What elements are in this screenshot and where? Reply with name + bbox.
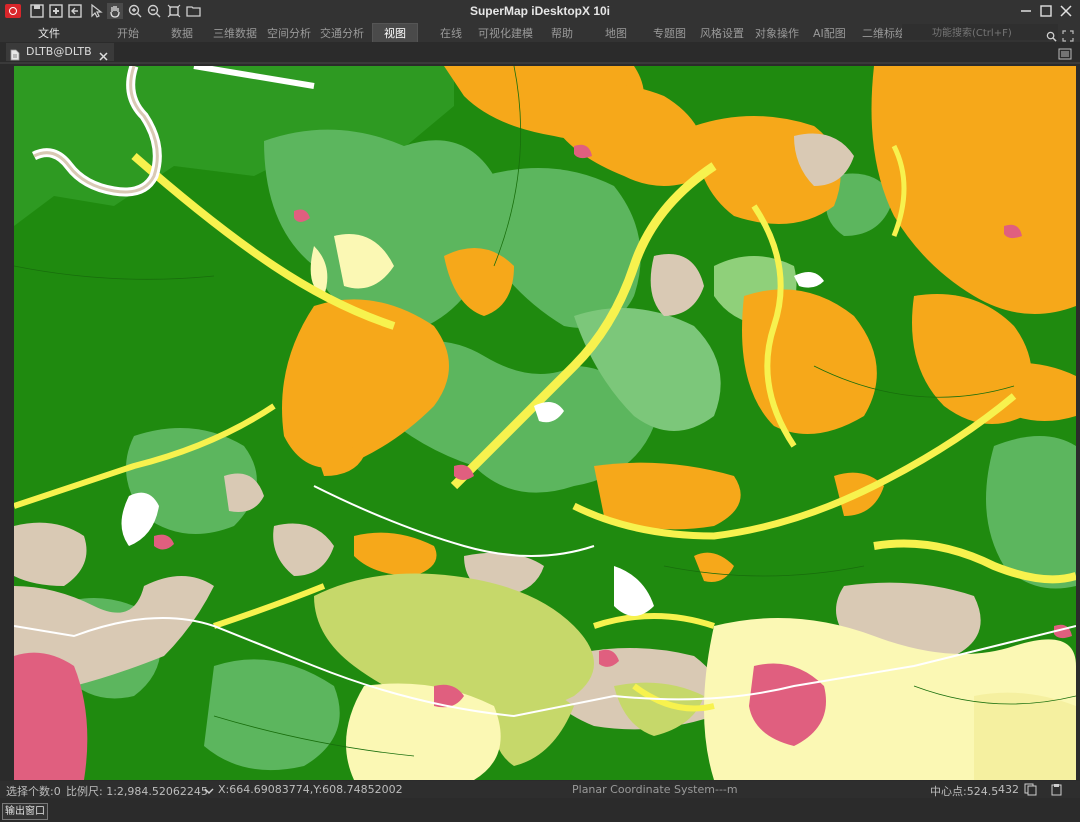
menu-view[interactable]: 视图 xyxy=(372,23,418,43)
menu-online[interactable]: 在线 xyxy=(440,25,462,41)
menu-ai-mapping[interactable]: AI配图 xyxy=(813,25,846,41)
search-icon[interactable] xyxy=(1046,27,1057,42)
menu-3d-data[interactable]: 三维数据 xyxy=(213,25,257,41)
close-icon[interactable] xyxy=(1058,3,1074,19)
document-tab-bar: DLTB@DLTB xyxy=(0,42,1080,64)
paste-icon[interactable] xyxy=(1050,783,1063,796)
bottom-panel-bar: 输出窗口 xyxy=(0,800,1080,822)
menu-thematic-map[interactable]: 专题图 xyxy=(653,25,686,41)
function-search-input[interactable] xyxy=(902,24,1058,40)
menu-object-operations[interactable]: 对象操作 xyxy=(755,25,799,41)
tab-label: DLTB@DLTB xyxy=(26,45,92,58)
menu-traffic-analysis[interactable]: 交通分析 xyxy=(320,25,364,41)
menu-help[interactable]: 帮助 xyxy=(551,25,573,41)
menu-data[interactable]: 数据 xyxy=(171,25,193,41)
center-point-value: 432 xyxy=(998,783,1019,796)
tab-dltb[interactable]: DLTB@DLTB xyxy=(6,43,114,61)
menu-style-settings[interactable]: 风格设置 xyxy=(700,25,744,41)
chevron-down-icon[interactable] xyxy=(204,785,214,794)
window-title: SuperMap iDesktopX 10i xyxy=(469,4,611,18)
maximize-icon[interactable] xyxy=(1038,3,1054,19)
scale-value[interactable]: 比例尺: 1:2,984.52062245 xyxy=(66,783,208,799)
minimize-icon[interactable] xyxy=(1018,3,1034,19)
menu-spatial-analysis[interactable]: 空间分析 xyxy=(267,25,311,41)
coordinate-system[interactable]: Planar Coordinate System---m xyxy=(572,783,738,796)
ribbon-expand-icon[interactable] xyxy=(1062,27,1074,42)
map-document-icon xyxy=(10,46,20,61)
center-point-label: 中心点:524.5 xyxy=(930,785,999,798)
copy-icon[interactable] xyxy=(1024,783,1037,796)
tab-menu-icon[interactable] xyxy=(1058,45,1072,60)
menu-start[interactable]: 开始 xyxy=(117,25,139,41)
title-bar: SuperMap iDesktopX 10i xyxy=(0,0,1080,22)
cursor-coordinates: X:664.69083774,Y:608.74852002 xyxy=(218,783,403,796)
land-use-map[interactable] xyxy=(14,66,1076,780)
status-bar: 选择个数:0 比例尺: 1:2,984.52062245 X:664.69083… xyxy=(0,781,1080,798)
output-window-button[interactable]: 输出窗口 xyxy=(2,803,48,820)
menu-file[interactable]: 文件 xyxy=(38,25,60,41)
menu-2d-plotting[interactable]: 二维标绘 xyxy=(862,25,906,41)
tab-close-icon[interactable] xyxy=(98,47,109,61)
map-canvas[interactable] xyxy=(14,66,1076,780)
menu-map[interactable]: 地图 xyxy=(605,25,627,41)
selected-count: 选择个数:0 xyxy=(6,785,61,798)
menu-visual-modeling[interactable]: 可视化建模 xyxy=(478,25,533,41)
